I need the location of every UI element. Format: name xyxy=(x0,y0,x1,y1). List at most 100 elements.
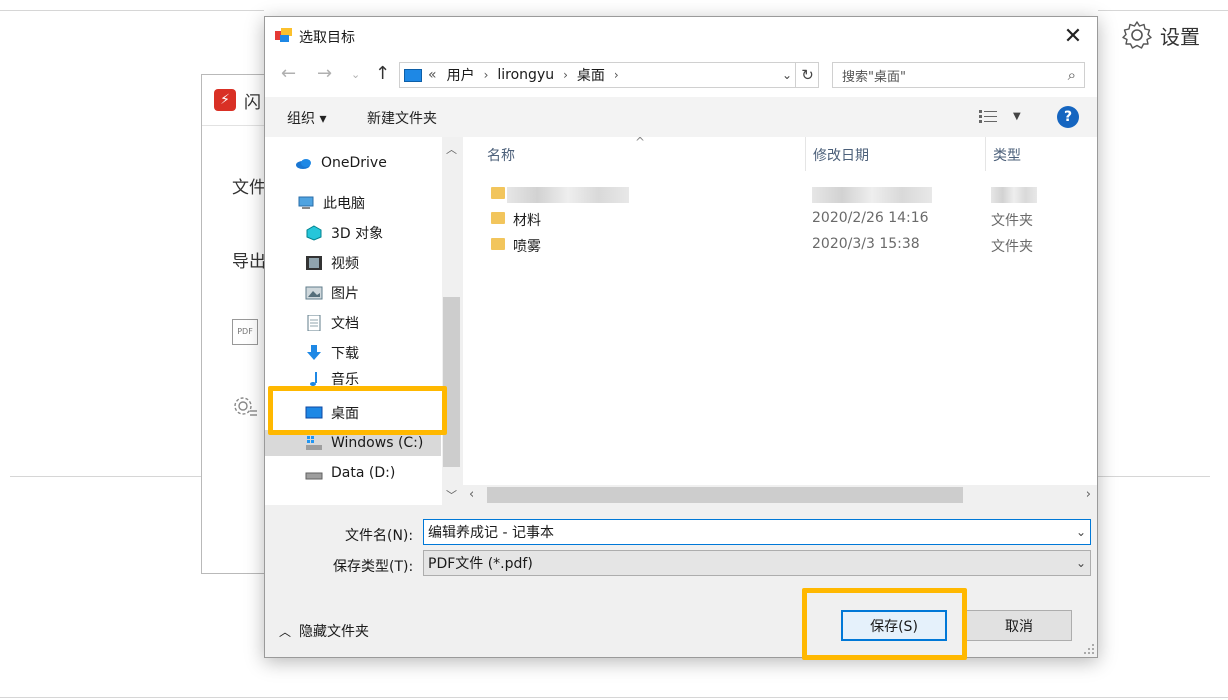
address-bar[interactable]: « 用户 › lirongyu › 桌面 › xyxy=(399,62,819,88)
nav-scrollbar[interactable]: ︿ ﹀ xyxy=(442,137,461,505)
chevron-down-icon[interactable]: ⌄ xyxy=(1076,525,1086,539)
column-type[interactable]: 类型 xyxy=(993,145,1021,165)
column-separator[interactable] xyxy=(805,137,806,171)
hide-folders-toggle[interactable]: ︿ 隐藏文件夹 xyxy=(279,621,369,641)
refresh-icon[interactable]: ↻ xyxy=(795,62,819,88)
nav-label: OneDrive xyxy=(321,155,387,171)
filename-input[interactable]: 编辑养成记 - 记事本 ⌄ xyxy=(423,519,1091,545)
onedrive-icon xyxy=(296,159,311,169)
command-bar: 组织 ▾ 新建文件夹 ▼ ? xyxy=(265,97,1097,137)
filetype-label: 保存类型(T): xyxy=(333,559,414,575)
pdf-icon: PDF xyxy=(232,319,258,345)
window-divider xyxy=(202,125,270,126)
nav-label: 图片 xyxy=(331,286,359,302)
breadcrumb-overflow[interactable]: « xyxy=(428,67,437,83)
blurred-name xyxy=(507,187,629,203)
screen: 设置 ⚡ 闪 文件 导出 PDF 选取目标 ✕ ← → ⌄ ↑ « 用户 › l… xyxy=(0,0,1228,700)
nav-item-3d-objects[interactable]: 3D 对象 xyxy=(265,220,383,246)
pictures-icon xyxy=(305,286,323,300)
folder-icon xyxy=(491,187,505,199)
forward-arrow-icon[interactable]: → xyxy=(317,63,332,84)
resize-grip-icon[interactable] xyxy=(1083,643,1095,655)
column-separator[interactable] xyxy=(985,137,986,171)
filetype-select[interactable]: PDF文件 (*.pdf) ⌄ xyxy=(423,550,1091,576)
breadcrumb-desktop[interactable]: 桌面 xyxy=(577,65,605,85)
music-icon xyxy=(310,372,317,386)
video-icon xyxy=(306,256,322,270)
file-row[interactable]: 喷雾 2020/3/3 15:38 文件夹 xyxy=(463,232,1097,258)
help-icon[interactable]: ? xyxy=(1057,106,1079,128)
navigation-pane: OneDrive 此电脑 3D 对象 视频 图片 文档 下载 音乐 桌面 Win… xyxy=(265,137,461,505)
breadcrumb-users[interactable]: 用户 xyxy=(447,65,475,85)
nav-item-pictures[interactable]: 图片 xyxy=(265,280,359,306)
scroll-down-icon[interactable]: ﹀ xyxy=(442,487,461,503)
scroll-left-icon[interactable]: ‹ xyxy=(469,487,474,502)
search-placeholder: 搜索"桌面" xyxy=(842,69,906,85)
nav-item-documents[interactable]: 文档 xyxy=(265,310,359,336)
chevron-up-icon: ︿ xyxy=(279,624,292,639)
file-list: 名称 ^ 修改日期 类型 材料 2020/2/26 14:16 文件夹 喷雾 2… xyxy=(463,135,1097,505)
title-bar[interactable]: 选取目标 ✕ xyxy=(265,17,1097,55)
app-logo-icon: ⚡ xyxy=(214,89,236,111)
organize-menu[interactable]: 组织 ▾ xyxy=(287,108,326,128)
file-scroll-thumb[interactable] xyxy=(487,487,963,503)
close-button[interactable]: ✕ xyxy=(1053,19,1093,53)
file-date: 2020/3/3 15:38 xyxy=(812,236,920,252)
nav-item-onedrive[interactable]: OneDrive xyxy=(265,150,387,176)
folder-icon xyxy=(491,238,505,250)
scroll-right-icon[interactable]: › xyxy=(1086,487,1091,502)
folder-icon xyxy=(491,212,505,224)
column-date[interactable]: 修改日期 xyxy=(813,145,869,165)
top-divider-right xyxy=(1098,10,1228,11)
file-label: 文件 xyxy=(232,178,266,198)
blurred-type xyxy=(991,187,1037,203)
back-arrow-icon[interactable]: ← xyxy=(281,63,296,84)
column-name[interactable]: 名称 xyxy=(487,145,515,165)
nav-label: Windows (C:) xyxy=(331,435,424,451)
nav-item-this-pc[interactable]: 此电脑 xyxy=(265,190,365,216)
nav-label: 3D 对象 xyxy=(331,226,384,242)
search-input[interactable]: 搜索"桌面" ⌕ xyxy=(832,62,1085,88)
nav-scroll-thumb[interactable] xyxy=(443,297,460,467)
save-dialog: 选取目标 ✕ ← → ⌄ ↑ « 用户 › lirongyu › 桌面 › ⌄ … xyxy=(264,16,1098,658)
file-horizontal-scrollbar[interactable]: ‹ › xyxy=(463,485,1097,505)
breadcrumb-user[interactable]: lirongyu xyxy=(497,67,554,83)
file-name: 材料 xyxy=(513,213,541,229)
drive-d-icon xyxy=(305,472,323,480)
up-arrow-icon[interactable]: ↑ xyxy=(375,63,390,84)
export-label: 导出 xyxy=(232,252,266,272)
desktop-highlight-box xyxy=(268,386,447,435)
settings-button[interactable]: 设置 xyxy=(1122,18,1200,52)
desktop-location-icon xyxy=(404,68,422,82)
top-divider xyxy=(0,10,264,11)
dialog-app-icon xyxy=(275,28,292,42)
breadcrumb-separator-icon: › xyxy=(483,68,489,82)
cancel-button[interactable]: 取消 xyxy=(966,610,1072,641)
nav-item-videos[interactable]: 视频 xyxy=(265,250,359,276)
3d-objects-icon xyxy=(306,225,322,241)
file-row[interactable]: 材料 2020/2/26 14:16 文件夹 xyxy=(463,206,1097,232)
background-window: ⚡ 闪 文件 导出 PDF xyxy=(201,74,271,574)
bottom-divider xyxy=(0,697,1228,698)
nav-label: 视频 xyxy=(331,256,359,272)
download-icon xyxy=(307,345,321,360)
file-date: 2020/2/26 14:16 xyxy=(812,210,929,226)
address-row: ← → ⌄ ↑ « 用户 › lirongyu › 桌面 › ⌄ ↻ 搜索"桌面… xyxy=(265,55,1097,97)
file-row-blurred[interactable] xyxy=(463,181,1097,207)
scroll-up-icon[interactable]: ︿ xyxy=(442,141,461,157)
recent-chevron-icon[interactable]: ⌄ xyxy=(351,68,360,81)
file-name: 喷雾 xyxy=(513,239,541,255)
save-highlight-box xyxy=(802,588,967,660)
drive-c-icon xyxy=(306,436,322,450)
nav-item-drive-d[interactable]: Data (D:) xyxy=(265,460,395,486)
hide-folders-label: 隐藏文件夹 xyxy=(299,624,370,640)
breadcrumb-separator-icon: › xyxy=(613,68,619,82)
app-name: 闪 xyxy=(244,93,261,113)
view-dropdown-icon[interactable]: ▼ xyxy=(1013,111,1021,122)
filetype-value: PDF文件 (*.pdf) xyxy=(428,556,533,572)
view-options-icon[interactable] xyxy=(979,109,997,123)
address-dropdown-icon[interactable]: ⌄ xyxy=(777,62,797,88)
chevron-down-icon: ⌄ xyxy=(1075,556,1086,570)
new-folder-button[interactable]: 新建文件夹 xyxy=(367,108,437,128)
nav-item-downloads[interactable]: 下载 xyxy=(265,340,359,366)
